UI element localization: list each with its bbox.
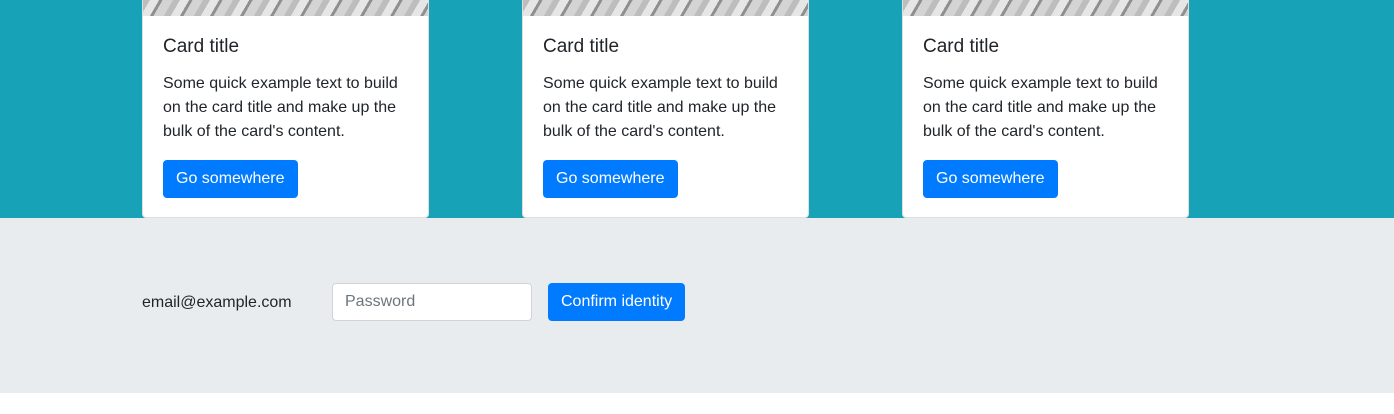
card-text: Some quick example text to build on the … xyxy=(543,75,778,140)
card-text: Some quick example text to build on the … xyxy=(923,75,1158,140)
go-somewhere-button[interactable]: Go somewhere xyxy=(543,160,678,198)
card: Card title Some quick example text to bu… xyxy=(902,0,1189,218)
card-title: Card title xyxy=(543,36,620,57)
confirm-identity-button[interactable]: Confirm identity xyxy=(548,283,686,321)
card-title: Card title xyxy=(923,36,1000,57)
card-text: Some quick example text to build on the … xyxy=(163,75,398,140)
email-static-text: email@example.com xyxy=(142,294,292,311)
card: Card title Some quick example text to bu… xyxy=(522,0,809,218)
card-image xyxy=(143,0,428,16)
card-image xyxy=(903,0,1188,16)
password-input[interactable] xyxy=(332,283,532,321)
identity-form-section: email@example.com Confirm identity xyxy=(0,218,1394,393)
card-image xyxy=(523,0,808,16)
card-title: Card title xyxy=(163,36,240,57)
cards-section: Card title Some quick example text to bu… xyxy=(0,0,1394,218)
card: Card title Some quick example text to bu… xyxy=(142,0,429,218)
go-somewhere-button[interactable]: Go somewhere xyxy=(923,160,1058,198)
go-somewhere-button[interactable]: Go somewhere xyxy=(163,160,298,198)
